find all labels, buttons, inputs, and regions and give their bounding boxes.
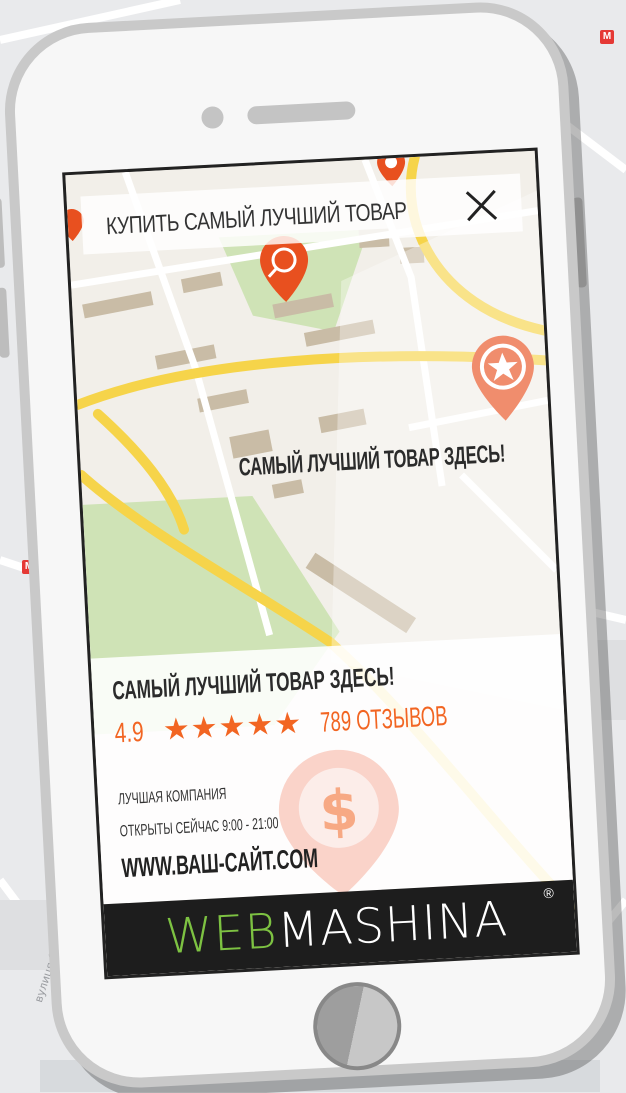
company-name: ЛУЧШАЯ КОМПАНИЯ <box>117 785 227 809</box>
phone-body: КУПИТЬ САМЫЙ ЛУЧШИЙ ТОВАР САМЫЙ ЛУЧШИЙ Т… <box>0 0 620 1093</box>
speaker-grille <box>246 101 356 125</box>
phone-screen: КУПИТЬ САМЫЙ ЛУЧШИЙ ТОВАР САМЫЙ ЛУЧШИЙ Т… <box>62 147 580 980</box>
place-info-card[interactable]: $ САМЫЙ ЛУЧШИЙ ТОВАР ЗДЕСЬ! 4.9 ★★★★★ 78… <box>90 634 573 905</box>
rating-value: 4.9 <box>113 715 145 749</box>
place-title: САМЫЙ ЛУЧШИЙ ТОВАР ЗДЕСЬ! <box>111 660 396 706</box>
camera-dot <box>200 105 225 130</box>
reviews-link[interactable]: 789 ОТЗЫВОВ <box>320 700 449 739</box>
rating-row: 4.9 ★★★★★ 789 ОТЗЫВОВ <box>114 697 515 752</box>
registered-mark: ® <box>543 884 555 902</box>
dollar-pin-icon: $ <box>278 749 399 896</box>
opening-hours: ОТКРЫТЫ СЕЙЧАС 9:00 - 21:00 <box>119 815 279 841</box>
brand-logo: WEBMASHINA <box>163 891 510 966</box>
phone-mockup: КУПИТЬ САМЫЙ ЛУЧШИЙ ТОВАР САМЫЙ ЛУЧШИЙ Т… <box>0 0 620 1093</box>
star-rating-icon: ★★★★★ <box>162 706 304 747</box>
home-button[interactable] <box>311 979 404 1073</box>
svg-text:$: $ <box>318 778 360 845</box>
close-icon[interactable] <box>463 187 501 225</box>
search-query[interactable]: КУПИТЬ САМЫЙ ЛУЧШИЙ ТОВАР <box>105 198 407 242</box>
metro-icon: M <box>600 30 614 44</box>
